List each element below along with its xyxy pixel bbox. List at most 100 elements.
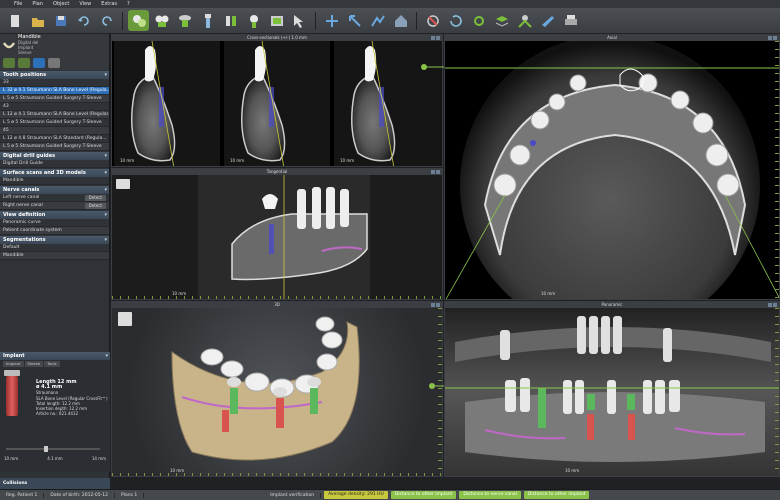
- section-drill-guides[interactable]: Digital drill guides ▾: [0, 152, 109, 160]
- panoramic-view[interactable]: Panoramic 10 mm: [444, 301, 780, 477]
- section-tooth-positions[interactable]: Tooth positions ▾: [0, 71, 109, 79]
- new-icon[interactable]: [4, 10, 25, 31]
- drill-icon[interactable]: [197, 10, 218, 31]
- nerve-canal-row[interactable]: Right nerve canal Detect: [0, 202, 109, 210]
- sleeve-row[interactable]: L 5 ø 5 Straumann Guided Surgery T-Sleev…: [0, 119, 109, 127]
- detect-button[interactable]: Detect: [84, 195, 106, 201]
- add-sleeve-icon[interactable]: [18, 58, 30, 68]
- section-segmentations[interactable]: Segmentations ▾: [0, 236, 109, 244]
- orientation-cube-icon[interactable]: [118, 312, 132, 326]
- close-icon[interactable]: [773, 36, 777, 40]
- view-def-row[interactable]: Panoramic curve: [0, 219, 109, 227]
- nerve-icon[interactable]: [243, 10, 264, 31]
- menu-view[interactable]: View: [79, 1, 91, 7]
- maximize-icon[interactable]: [768, 36, 772, 40]
- dim-left[interactable]: 10 mm: [4, 456, 18, 461]
- collapse-icon[interactable]: ▾: [104, 71, 107, 79]
- cross-slice-2: [224, 40, 330, 166]
- menu-help[interactable]: ?: [127, 1, 130, 7]
- menu-extras[interactable]: Extras: [101, 1, 117, 7]
- maximize-icon[interactable]: [431, 36, 435, 40]
- collapse-icon[interactable]: ▾: [104, 186, 107, 194]
- maximize-icon[interactable]: [431, 303, 435, 307]
- length-slider[interactable]: [6, 446, 100, 452]
- section-nerve-canals[interactable]: Nerve canals ▾: [0, 186, 109, 194]
- implant-row[interactable]: L 12 ø 4.8 Straumann SLA Standard (Regul…: [0, 135, 109, 143]
- dim-mid[interactable]: 4.1 mm: [47, 456, 62, 461]
- segmentation-row[interactable]: Default: [0, 244, 109, 252]
- nerve-canal-row[interactable]: Left nerve canal Detect: [0, 194, 109, 202]
- close-icon[interactable]: [436, 36, 440, 40]
- panoramic-icon[interactable]: [266, 10, 287, 31]
- sleeve-row[interactable]: L 5 ø 5 Straumann Guided Surgery T-Sleev…: [0, 143, 109, 151]
- implant-row[interactable]: L 32 ø 4.1 Straumann SLA Bone Level (Reg…: [0, 87, 109, 95]
- close-icon[interactable]: [773, 303, 777, 307]
- measure-icon[interactable]: [220, 10, 241, 31]
- collapse-icon[interactable]: ▾: [104, 211, 107, 219]
- menu-file[interactable]: File: [14, 1, 22, 7]
- print-icon[interactable]: [560, 10, 581, 31]
- tab-sleeve[interactable]: Sleeve: [24, 361, 44, 367]
- implant-icon[interactable]: [151, 10, 172, 31]
- plan-icon[interactable]: [128, 10, 149, 31]
- dimension-row: 10 mm 4.1 mm 14 mm: [4, 456, 106, 461]
- move-icon[interactable]: [422, 10, 443, 31]
- open-icon[interactable]: [27, 10, 48, 31]
- zoom-icon[interactable]: [344, 10, 365, 31]
- implant-marker[interactable]: [269, 224, 274, 254]
- delete-icon[interactable]: [48, 58, 60, 68]
- orientation-cube-icon[interactable]: [116, 179, 130, 189]
- collapse-icon[interactable]: ▾: [104, 152, 107, 160]
- settings-icon[interactable]: [468, 10, 489, 31]
- tab-implant[interactable]: Implant: [3, 361, 24, 367]
- drill-guide-icon[interactable]: [33, 58, 45, 68]
- tooth-row[interactable]: 43: [0, 103, 109, 111]
- maximize-icon[interactable]: [431, 170, 435, 174]
- window-level-icon[interactable]: [367, 10, 388, 31]
- add-implant-icon[interactable]: [3, 58, 15, 68]
- rotate-icon[interactable]: [321, 10, 342, 31]
- home-icon[interactable]: [390, 10, 411, 31]
- section-implant[interactable]: Implant ▾: [0, 352, 110, 360]
- tooth-row[interactable]: 45: [0, 127, 109, 135]
- collapse-icon[interactable]: ▾: [104, 236, 107, 244]
- dim-right[interactable]: 14 mm: [92, 456, 106, 461]
- cross-slice-3: [334, 40, 442, 166]
- surface-scan-row[interactable]: Mandible: [0, 177, 109, 185]
- undo-icon[interactable]: [73, 10, 94, 31]
- menu-plan[interactable]: Plan: [32, 1, 43, 7]
- implant-marker[interactable]: [530, 140, 536, 146]
- cross-sectional-view[interactable]: Cross-sectionals (+/-) 1.0 mm 10 mm 10 m…: [111, 34, 443, 167]
- collapse-icon[interactable]: ▾: [105, 352, 108, 360]
- sleeve-row[interactable]: L 5 ø 5 Straumann Guided Surgery T-Sleev…: [0, 95, 109, 103]
- axial-view[interactable]: Axial 10 mm: [444, 34, 780, 300]
- section-collisions[interactable]: Collisions: [0, 478, 110, 489]
- guide-icon[interactable]: [537, 10, 558, 31]
- tangential-view[interactable]: Tangential 10 mm: [111, 168, 443, 300]
- cursor-icon[interactable]: [289, 10, 310, 31]
- menu-object[interactable]: Object: [53, 1, 69, 7]
- layers-icon[interactable]: [491, 10, 512, 31]
- detect-button[interactable]: Detect: [84, 203, 106, 209]
- horizontal-ruler: [112, 296, 442, 299]
- tab-tools[interactable]: Tools: [44, 361, 60, 367]
- reset-icon[interactable]: [445, 10, 466, 31]
- maximize-icon[interactable]: [768, 303, 772, 307]
- drill-guide-row[interactable]: Digital Drill Guide: [0, 160, 109, 168]
- tooth-row[interactable]: 33: [0, 79, 109, 87]
- export-icon[interactable]: [514, 10, 535, 31]
- redo-icon[interactable]: [96, 10, 117, 31]
- view-def-row[interactable]: Patient coordinate system: [0, 227, 109, 235]
- close-icon[interactable]: [436, 303, 440, 307]
- distance-implant-badge: Distance to other implant: [523, 491, 590, 499]
- implant-row[interactable]: L 12 ø 4.1 Straumann SLA Bone Level (Reg…: [0, 111, 109, 119]
- save-icon[interactable]: [50, 10, 71, 31]
- section-view-definition[interactable]: View definition ▾: [0, 211, 109, 219]
- implant-spec: Length 12 mm ø 4.1 mm Straumann SLA Bone…: [36, 379, 108, 416]
- collapse-icon[interactable]: ▾: [104, 169, 107, 177]
- sleeve-icon[interactable]: [174, 10, 195, 31]
- 3d-view[interactable]: 3D 10 mm: [111, 301, 443, 477]
- segmentation-row[interactable]: Mandible: [0, 252, 109, 260]
- close-icon[interactable]: [436, 170, 440, 174]
- section-surface-scans[interactable]: Surface scans and 3D models ▾: [0, 169, 109, 177]
